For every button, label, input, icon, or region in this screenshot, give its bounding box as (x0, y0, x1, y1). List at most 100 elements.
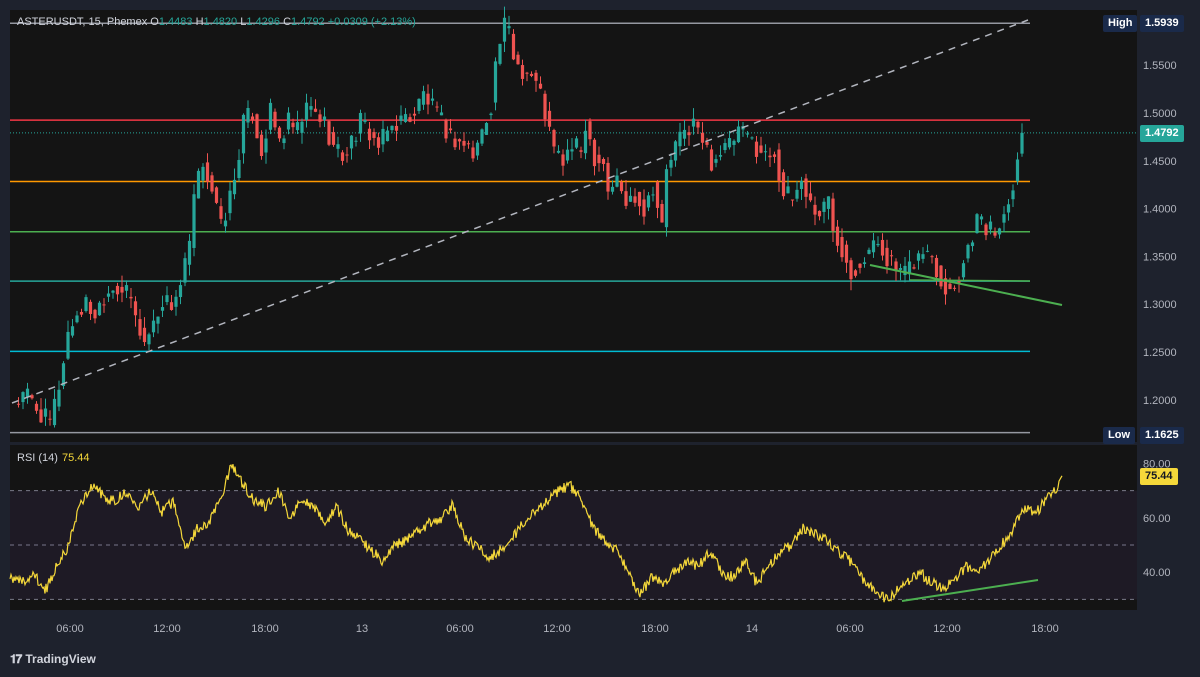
price-tick-label: 1.5500 (1143, 60, 1177, 72)
candle-body (156, 316, 160, 324)
candle-body (106, 293, 111, 297)
candle-body (975, 214, 979, 234)
candle-body (466, 143, 471, 145)
candle-body (358, 112, 363, 134)
time-tick-label: 18:00 (1031, 623, 1059, 635)
candle-body (633, 196, 637, 203)
candle-body (799, 180, 804, 189)
candle-body (43, 408, 48, 417)
candle-body (727, 138, 732, 148)
candle-body (120, 286, 124, 293)
time-tick-label: 06:00 (446, 623, 474, 635)
candle-body (444, 119, 448, 139)
candle-body (462, 140, 466, 146)
low-value: 1.4296 (246, 16, 281, 28)
candle-body (952, 287, 957, 289)
time-tick-label: 13 (356, 623, 368, 635)
candle-body (309, 106, 313, 110)
candle-body (579, 150, 583, 152)
candle-body (282, 138, 286, 144)
candle-body (511, 33, 516, 60)
candle-body (628, 195, 633, 202)
candle-body (129, 296, 133, 299)
candle-body (367, 128, 372, 141)
candle-body (475, 142, 480, 156)
candle-body (412, 113, 417, 116)
candle-body (417, 98, 421, 111)
candle-body (849, 260, 853, 280)
candle-body (732, 140, 736, 145)
chart-area[interactable]: 1.5500 1.5000 1.4500 1.4000 1.3500 1.3000 1.25… (0, 0, 1200, 677)
candle-body (835, 226, 840, 246)
candle-body (565, 149, 570, 161)
candle-body (723, 143, 727, 151)
candle-body (714, 159, 718, 163)
time-tick-label: 06:00 (836, 623, 864, 635)
candle-body (75, 315, 79, 323)
candle-body (745, 133, 750, 135)
candle-body (295, 122, 300, 131)
candle-body (673, 141, 678, 161)
candle-body (1015, 159, 1020, 182)
candle-body (210, 175, 214, 192)
candle-body (709, 149, 714, 171)
low-tag: Low (1103, 427, 1135, 444)
candle-body (30, 395, 34, 399)
candle-body (142, 327, 147, 343)
low-price-tag: 1.1625 (1140, 427, 1184, 444)
candle-body (21, 392, 25, 403)
candle-body (853, 270, 858, 276)
candle-body (52, 398, 57, 426)
candle-body (178, 285, 183, 298)
candle-body (552, 130, 556, 147)
candle-body (525, 72, 529, 74)
time-tick-label: 06:00 (56, 623, 84, 635)
candle-body (201, 166, 205, 181)
candle-body (655, 182, 660, 208)
candle-body (898, 268, 903, 270)
candle-body (1002, 214, 1006, 223)
rsi-legend: RSI (14) 75.44 (17, 452, 90, 464)
time-tick-label: 12:00 (543, 623, 571, 635)
candle-body (147, 334, 151, 345)
candle-body (831, 198, 835, 231)
candle-body (183, 258, 187, 283)
candle-body (763, 151, 768, 153)
candle-body (885, 247, 889, 267)
candle-body (718, 155, 723, 157)
candle-body (66, 331, 70, 359)
candle-body (781, 172, 786, 197)
candle-body (543, 93, 547, 120)
candle-body (570, 149, 574, 152)
candle-body (48, 418, 52, 420)
time-tick-label: 12:00 (933, 623, 961, 635)
price-pane[interactable] (10, 10, 1137, 442)
candle-body (354, 140, 358, 142)
change-value: +0.0309 (+2.13%) (327, 16, 416, 28)
price-tick-label: 1.3000 (1143, 299, 1177, 311)
ohlc-legend: ASTERUSDT, 15, Phemex O1.4483 H1.4820 L1… (17, 16, 416, 28)
candle-body (615, 175, 619, 187)
candle-body (705, 142, 709, 145)
candle-body (192, 194, 196, 248)
candle-body (57, 389, 61, 407)
candle-body (124, 285, 129, 291)
candle-body (916, 253, 921, 261)
candle-body (313, 108, 318, 112)
candle-body (876, 243, 880, 246)
candle-body (340, 152, 345, 161)
candle-body (493, 61, 498, 103)
candle-body (790, 199, 795, 201)
candle-body (777, 149, 781, 181)
candle-body (169, 302, 174, 310)
time-tick-label: 14 (746, 623, 758, 635)
close-label: C (283, 16, 292, 28)
candle-body (84, 297, 88, 312)
candle-body (993, 232, 997, 236)
candle-body (403, 114, 408, 122)
candle-body (471, 147, 475, 159)
candle-body (588, 121, 592, 140)
candle-body (583, 130, 588, 154)
candle-body (480, 129, 484, 144)
candle-body (88, 301, 93, 314)
